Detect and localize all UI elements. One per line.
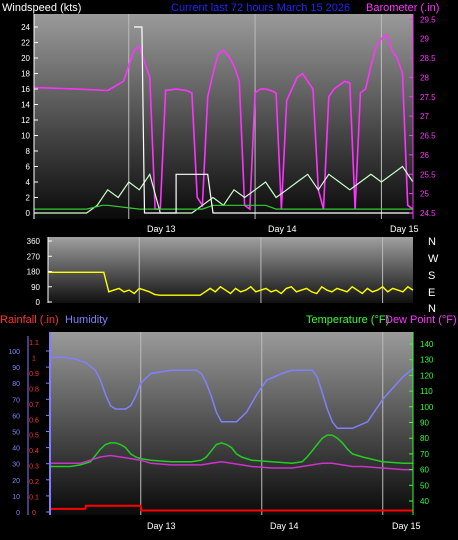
temperature-y-tick-label: 130 <box>420 356 434 365</box>
direction-y-tick-label: 90 <box>31 283 40 292</box>
humidity-y-tick-label: 60 <box>12 413 20 420</box>
wind-y-tick-label: 0 <box>26 209 31 218</box>
temperature-y-tick-label: 100 <box>420 403 434 412</box>
barometer-y-tick-label: 25.5 <box>420 170 436 179</box>
temperature-y-tick-label: 90 <box>420 419 429 428</box>
rainfall-y-tick-label: 0.8 <box>29 386 39 393</box>
humidity-y-tick-label: 50 <box>12 430 20 437</box>
temperature-y-tick-label: 120 <box>420 371 434 380</box>
humidity-y-tick-label: 90 <box>12 365 20 372</box>
direction-y-tick-label: 180 <box>27 268 41 277</box>
wind-y-tick-label: 14 <box>21 101 30 110</box>
rainfall-y-tick-label: 0.1 <box>29 495 39 502</box>
direction-y-tick-label: 270 <box>27 252 41 261</box>
climate-plot-area <box>50 332 413 515</box>
day-label-14-panel3: Day 14 <box>270 521 299 531</box>
rainfall-y-tick-label: 0.4 <box>29 448 39 455</box>
dewpoint-axis-title: Dew Point (°F) <box>385 314 457 326</box>
temperature-y-tick-label: 40 <box>420 497 429 506</box>
compass-label-s: S <box>428 270 435 282</box>
wind-y-tick-label: 2 <box>26 194 31 203</box>
rainfall-y-tick-label: 0.3 <box>29 464 39 471</box>
weather-dashboard: 02468101214161820222424.52525.52626.5272… <box>0 2 457 531</box>
rainfall-y-tick-label: 0 <box>32 510 36 517</box>
rainfall-axis-title: Rainfall (.in) <box>0 314 59 326</box>
wind-y-tick-label: 10 <box>21 132 30 141</box>
wind-y-tick-label: 4 <box>26 178 31 187</box>
direction-y-tick-label: 360 <box>27 237 41 246</box>
temperature-y-tick-label: 70 <box>420 450 429 459</box>
temperature-y-tick-label: 110 <box>420 387 433 396</box>
rainfall-y-tick-label: 0.9 <box>29 371 39 378</box>
temperature-y-tick-label: 140 <box>420 340 434 349</box>
humidity-y-tick-label: 40 <box>12 446 20 453</box>
barometer-y-tick-label: 27.5 <box>420 93 436 102</box>
barometer-y-tick-label: 27 <box>420 112 429 121</box>
rainfall-y-tick-label: 0.2 <box>29 479 39 486</box>
humidity-y-tick-label: 0 <box>16 510 20 517</box>
barometer-y-tick-label: 29.5 <box>420 15 436 24</box>
humidity-y-tick-label: 30 <box>12 462 20 469</box>
humidity-y-tick-label: 10 <box>12 494 20 501</box>
rainfall-y-tick-label: 1 <box>32 355 36 362</box>
wind-y-tick-label: 18 <box>21 70 30 79</box>
barometer-axis-title: Barometer (.in) <box>366 2 439 14</box>
compass-label-n-bottom: N <box>428 303 436 315</box>
barometer-y-tick-label: 25 <box>420 190 429 199</box>
temperature-y-tick-label: 60 <box>420 466 429 475</box>
humidity-y-tick-label: 80 <box>12 381 20 388</box>
day-label-15-panel1: Day 15 <box>390 224 419 234</box>
barometer-y-tick-label: 26.5 <box>420 132 436 141</box>
compass-label-w: W <box>428 253 439 265</box>
direction-axes: 0 90 180 270 360 <box>27 237 52 307</box>
wind-y-tick-label: 12 <box>21 116 30 125</box>
rainfall-y-tick-label: 0.5 <box>29 433 39 440</box>
humidity-y-tick-label: 20 <box>12 478 20 485</box>
day-label-13-panel3: Day 13 <box>147 521 176 531</box>
wind-y-tick-label: 22 <box>21 39 30 48</box>
barometer-y-tick-label: 24.5 <box>420 209 436 218</box>
temperature-axis-title: Temperature (°F) <box>306 314 389 326</box>
wind-y-tick-label: 24 <box>21 23 30 32</box>
compass-label-e: E <box>428 287 435 299</box>
wind-y-tick-label: 16 <box>21 85 30 94</box>
wind-y-tick-label: 6 <box>26 163 31 172</box>
wind-axis-title: Windspeed (kts) <box>2 2 81 14</box>
day-label-15-panel3: Day 15 <box>392 521 421 531</box>
rainfall-y-tick-label: 0.7 <box>29 402 39 409</box>
humidity-y-tick-label: 100 <box>8 349 20 356</box>
rainfall-y-tick-label: 0.6 <box>29 417 39 424</box>
day-label-14-panel1: Day 14 <box>268 224 297 234</box>
barometer-y-tick-label: 28.5 <box>420 54 436 63</box>
barometer-y-tick-label: 28 <box>420 73 429 82</box>
temperature-y-tick-label: 50 <box>420 481 429 490</box>
direction-y-tick-label: 0 <box>36 298 41 307</box>
wind-y-tick-label: 8 <box>26 147 31 156</box>
chart-title: Current last 72 hours March 15 2026 <box>171 2 350 14</box>
day-label-13-panel1: Day 13 <box>147 224 176 234</box>
barometer-y-tick-label: 29 <box>420 35 429 44</box>
humidity-y-tick-label: 70 <box>12 397 20 404</box>
compass-label-n-top: N <box>428 236 436 248</box>
barometer-y-tick-label: 26 <box>420 151 429 160</box>
wind-y-tick-label: 20 <box>21 54 30 63</box>
temperature-y-tick-label: 80 <box>420 434 429 443</box>
rainfall-y-tick-label: 1.1 <box>29 340 39 347</box>
humidity-axis-title: Humidity <box>65 314 108 326</box>
